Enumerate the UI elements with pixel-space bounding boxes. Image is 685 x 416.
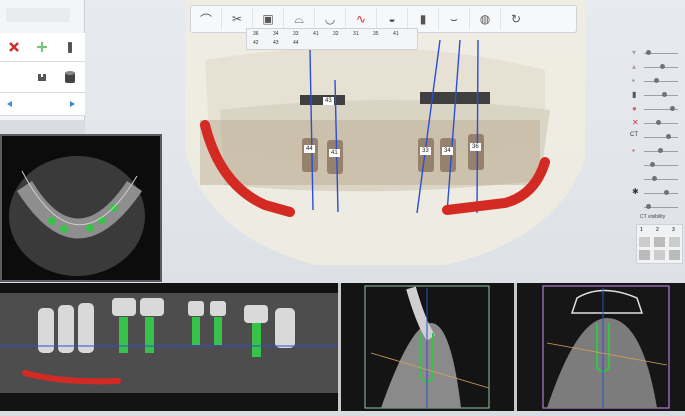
cross-section-image-2 [542, 285, 670, 409]
ct-view-thumb[interactable] [639, 237, 650, 247]
visibility-slider-row[interactable]: ▴ [630, 62, 685, 72]
implant-tag-36[interactable]: 36 [470, 143, 481, 151]
ct-view-thumb[interactable] [669, 237, 680, 247]
implant-list: 36 34 33 41 32 31 35 41 42 43 44 [246, 28, 418, 50]
axial-ct-image [9, 156, 145, 276]
curve-icon[interactable]: ∿ [346, 8, 377, 30]
crown-icon[interactable]: ⌓ [284, 8, 315, 30]
visibility-slider-row[interactable]: ▮ [630, 90, 685, 100]
implant-tag-33[interactable]: 33 [420, 147, 431, 155]
ct-slider-row[interactable]: CT [630, 132, 685, 142]
tool-palette [0, 0, 85, 120]
palette-row-3 [0, 93, 85, 116]
cross-section-view-1[interactable] [338, 283, 514, 411]
implant-icon: ▮ [632, 90, 637, 99]
nerve-icon: ● [632, 104, 637, 113]
visibility-slider-row[interactable]: ▪ [630, 146, 685, 156]
arrow-left-icon[interactable] [0, 93, 22, 115]
visibility-controls: ▾ ▴ ▪ ▮ ● ✕ CT ▪ ✱ CT visibility 1 2 3 [630, 48, 685, 264]
palette-title-bar [6, 8, 70, 22]
implant-tag-44[interactable]: 44 [304, 145, 315, 153]
pliers-icon[interactable]: ✂ [222, 8, 253, 30]
crown-icon: ▴ [632, 62, 637, 71]
tooth-icon: ▾ [632, 48, 637, 57]
scan-icon: ▪ [632, 146, 635, 155]
palette-row-2 [0, 62, 85, 93]
model-icon: ▪ [632, 76, 635, 85]
visibility-slider-row[interactable]: ● [630, 104, 685, 114]
visibility-slider-row[interactable]: ▾ [630, 48, 685, 58]
visibility-slider-row[interactable]: ▪ [630, 76, 685, 86]
implant-list-item[interactable]: 32 [333, 31, 339, 37]
implant-list-item[interactable]: 41 [313, 31, 319, 37]
arrow-right-icon[interactable] [60, 93, 82, 115]
implant-tag-41[interactable]: 41 [329, 149, 340, 157]
implant-list-item[interactable]: 36 [253, 31, 259, 37]
implant-list-item[interactable]: 34 [273, 31, 279, 37]
cross-section-image-1 [364, 285, 490, 409]
cylinder-icon[interactable] [56, 62, 84, 92]
plus-icon[interactable] [28, 33, 56, 61]
axial-ct-view[interactable] [0, 134, 162, 282]
implant-list-item[interactable]: 42 [253, 40, 259, 46]
ct-view-thumb[interactable] [639, 250, 650, 260]
ct-view-grid: 1 2 3 [636, 224, 683, 264]
panoramic-image [0, 293, 338, 393]
visibility-slider-row[interactable] [630, 160, 685, 170]
implant-list-item[interactable]: 33 [293, 31, 299, 37]
palette-row-1 [0, 33, 85, 62]
ct-view-number[interactable]: 3 [672, 227, 675, 233]
implant-tool-icon[interactable]: ▮ [408, 8, 439, 30]
cross2-crown [570, 289, 644, 314]
cross-section-view-2[interactable] [514, 283, 685, 411]
implant-list-item[interactable]: 44 [293, 40, 299, 46]
3d-viewport[interactable]: 43 44 41 33 34 36 ⌒ ✂ ▣ ⌓ ◡ ∿ ◒ ▮ ⌣ ◍ ↻ … [85, 0, 685, 283]
visibility-slider-row[interactable] [630, 174, 685, 184]
ct-visibility-label: CT visibility [640, 214, 666, 220]
abutment-icon[interactable] [28, 62, 56, 92]
implant-list-item[interactable]: 43 [273, 40, 279, 46]
implant-list-item[interactable]: 41 [393, 31, 399, 37]
ct-view-thumb[interactable] [654, 250, 665, 260]
cross2-bone [547, 318, 657, 408]
ct-view-number[interactable]: 1 [640, 227, 643, 233]
refresh-icon[interactable]: ↻ [501, 8, 531, 30]
sun-icon: ✱ [632, 187, 639, 196]
ct-view-thumb[interactable] [669, 250, 680, 260]
brightness-slider-row[interactable]: ✱ [630, 187, 685, 198]
panoramic-view[interactable] [0, 283, 338, 411]
ct-view-thumb[interactable] [654, 237, 665, 247]
ct-view-number[interactable]: 2 [656, 227, 659, 233]
teeth-icon[interactable]: ⌣ [439, 8, 470, 30]
implant-tag-34[interactable]: 34 [442, 147, 453, 155]
arch-icon[interactable]: ◡ [315, 8, 346, 30]
ct-label: CT [630, 132, 638, 138]
implant-list-item[interactable]: 35 [373, 31, 379, 37]
visibility-slider-row[interactable]: ✕ [630, 118, 685, 128]
tooth-icon[interactable]: ◒ [377, 8, 408, 30]
scan-icon[interactable]: ▣ [253, 8, 284, 30]
scan-plane [200, 120, 540, 185]
jaw-icon[interactable]: ⌒ [191, 8, 222, 30]
sphere-icon[interactable]: ◍ [470, 8, 501, 30]
implant-tag-43[interactable]: 43 [323, 97, 334, 105]
implant-list-item[interactable]: 31 [353, 31, 359, 37]
nerve-path-icon: ✕ [632, 118, 639, 127]
implant-icon[interactable] [56, 33, 84, 61]
visibility-slider-row[interactable] [630, 202, 685, 212]
close-icon[interactable] [0, 33, 28, 61]
